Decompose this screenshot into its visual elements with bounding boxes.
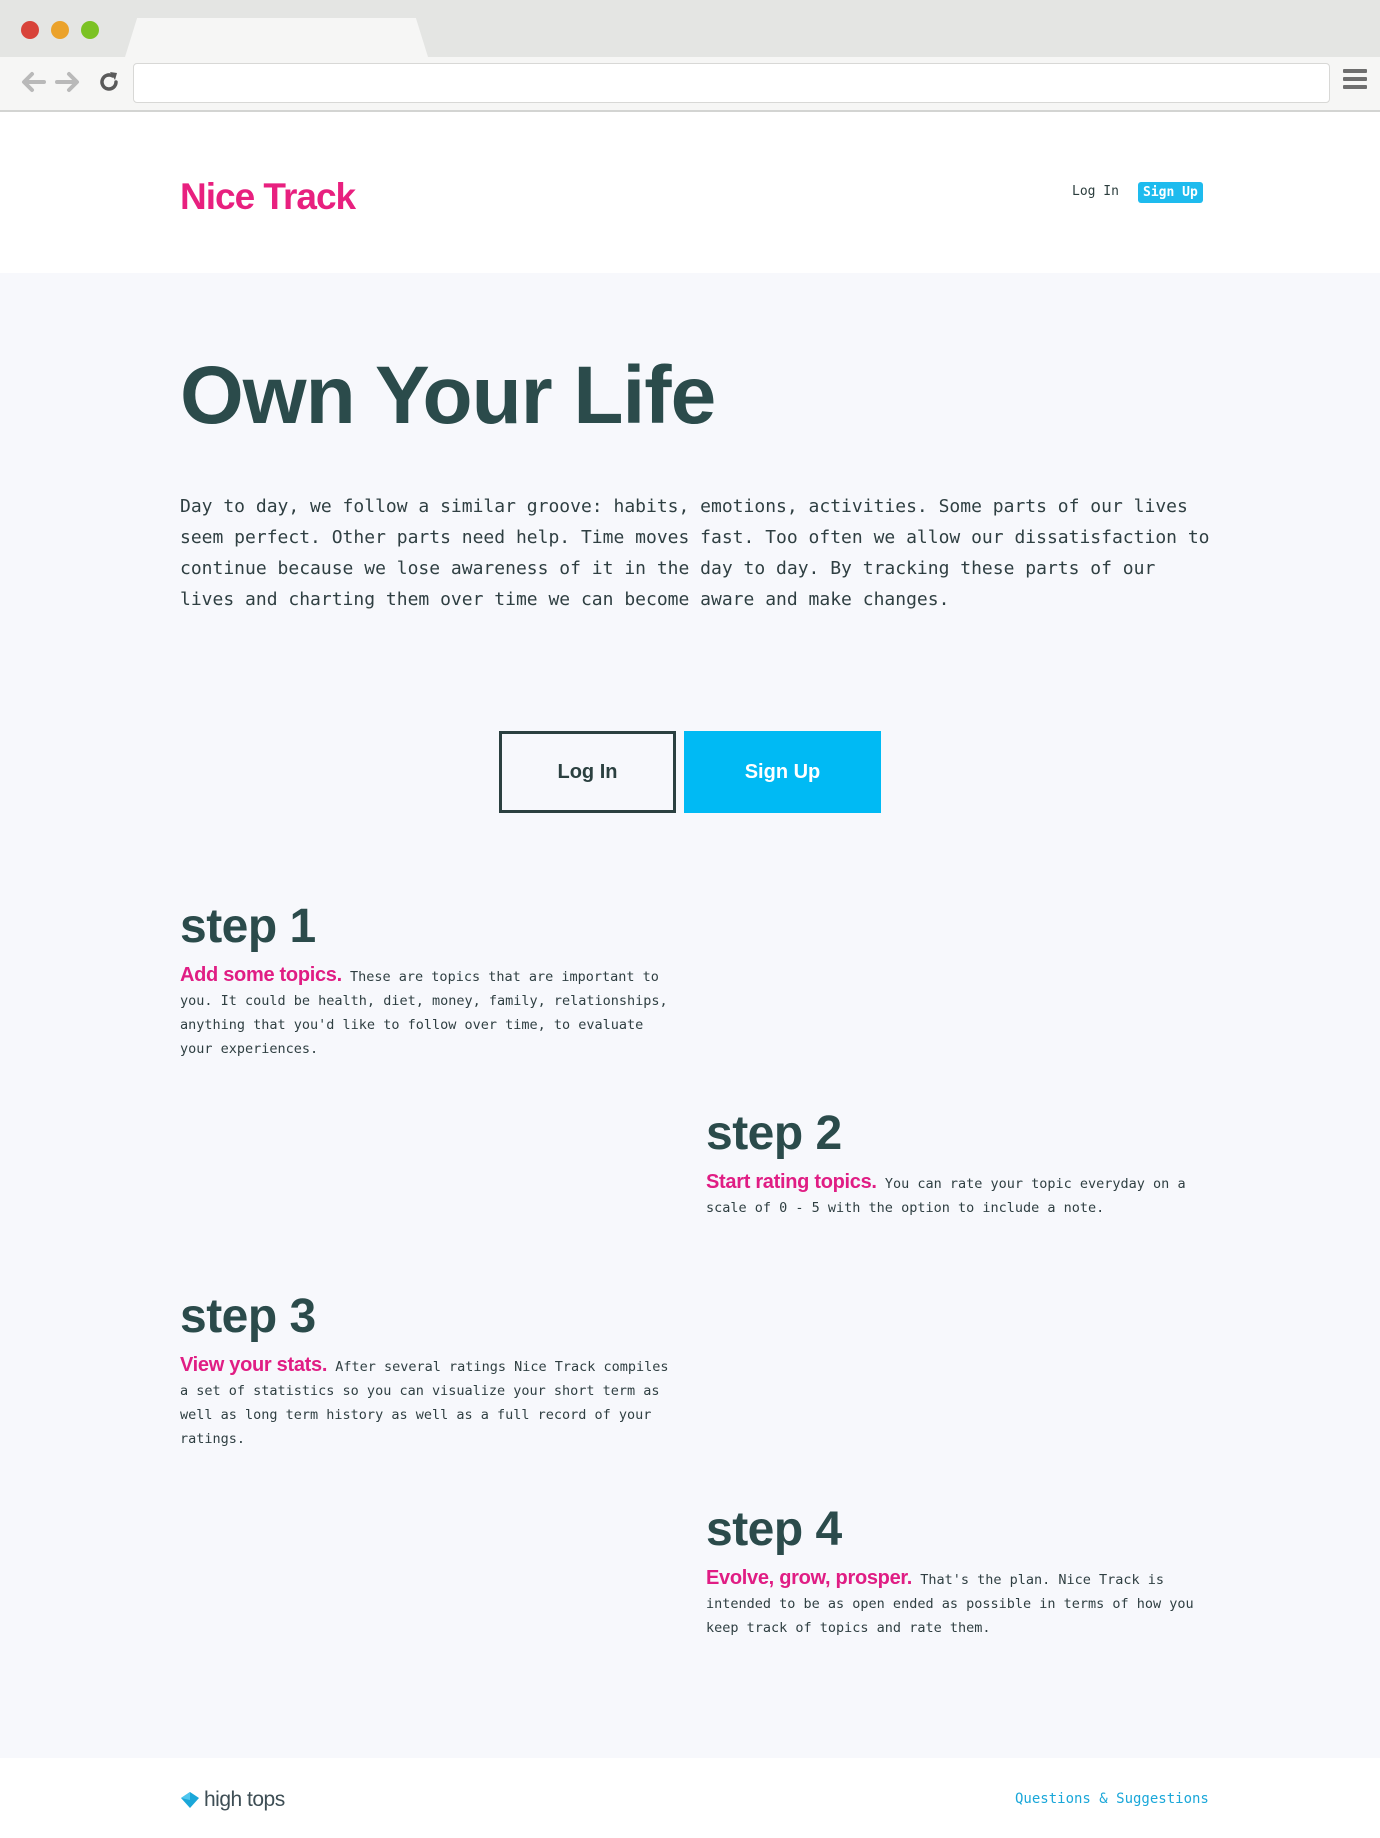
browser-toolbar [0,57,1380,110]
step-lead: Start rating topics. [706,1171,877,1193]
footer-brand[interactable]: high tops [180,1788,285,1812]
step-title: step 4 [706,1503,842,1556]
login-button[interactable]: Log In [499,731,676,813]
reload-button[interactable] [94,67,124,97]
browser-tab[interactable] [125,18,428,57]
footer-brand-text: high tops [204,1788,285,1811]
questions-suggestions-link[interactable]: Questions & Suggestions [1015,1791,1209,1807]
step-3: step 3 View your stats. After several ra… [180,1289,680,1451]
site-logo[interactable]: Nice Track [180,176,356,218]
step-1: step 1 Add some topics. These are topics… [180,899,680,1061]
forward-button[interactable] [53,67,83,97]
site-header: Nice Track Log In Sign Up [0,112,1380,273]
window-minimize-button[interactable] [51,21,69,39]
back-button[interactable] [18,67,48,97]
arrow-right-icon [55,72,79,92]
window-zoom-button[interactable] [81,21,99,39]
site-footer: high tops Questions & Suggestions [0,1758,1380,1838]
step-description: View your stats. After several ratings N… [180,1353,680,1451]
arrow-left-icon [22,72,46,92]
step-4: step 4 Evolve, grow, prosper. That's the… [706,1502,1206,1640]
step-lead: View your stats. [180,1354,328,1376]
step-lead: Evolve, grow, prosper. [706,1567,913,1589]
browser-chrome [0,0,1380,112]
hamburger-menu-icon [1341,69,1369,89]
signup-button[interactable]: Sign Up [684,731,881,813]
browser-menu-button[interactable] [1341,69,1369,95]
step-title: step 2 [706,1107,842,1160]
step-description: Add some topics. These are topics that a… [180,963,680,1061]
header-signup-button[interactable]: Sign Up [1138,182,1203,203]
step-2: step 2 Start rating topics. You can rate… [706,1106,1206,1220]
header-login-link[interactable]: Log In [1072,184,1119,199]
step-title: step 3 [180,1290,316,1343]
hero-title: Own Your Life [180,350,716,441]
step-description: Start rating topics. You can rate your t… [706,1170,1206,1220]
diamond-icon [181,1792,199,1808]
reload-icon [100,72,118,91]
step-lead: Add some topics. [180,964,342,986]
address-bar[interactable] [133,63,1330,103]
window-close-button[interactable] [21,21,39,39]
step-title: step 1 [180,900,316,953]
step-description: Evolve, grow, prosper. That's the plan. … [706,1566,1206,1640]
intro-paragraph: Day to day, we follow a similar groove: … [180,496,1210,610]
main-content: Own Your Life Day to day, we follow a si… [0,273,1380,1758]
